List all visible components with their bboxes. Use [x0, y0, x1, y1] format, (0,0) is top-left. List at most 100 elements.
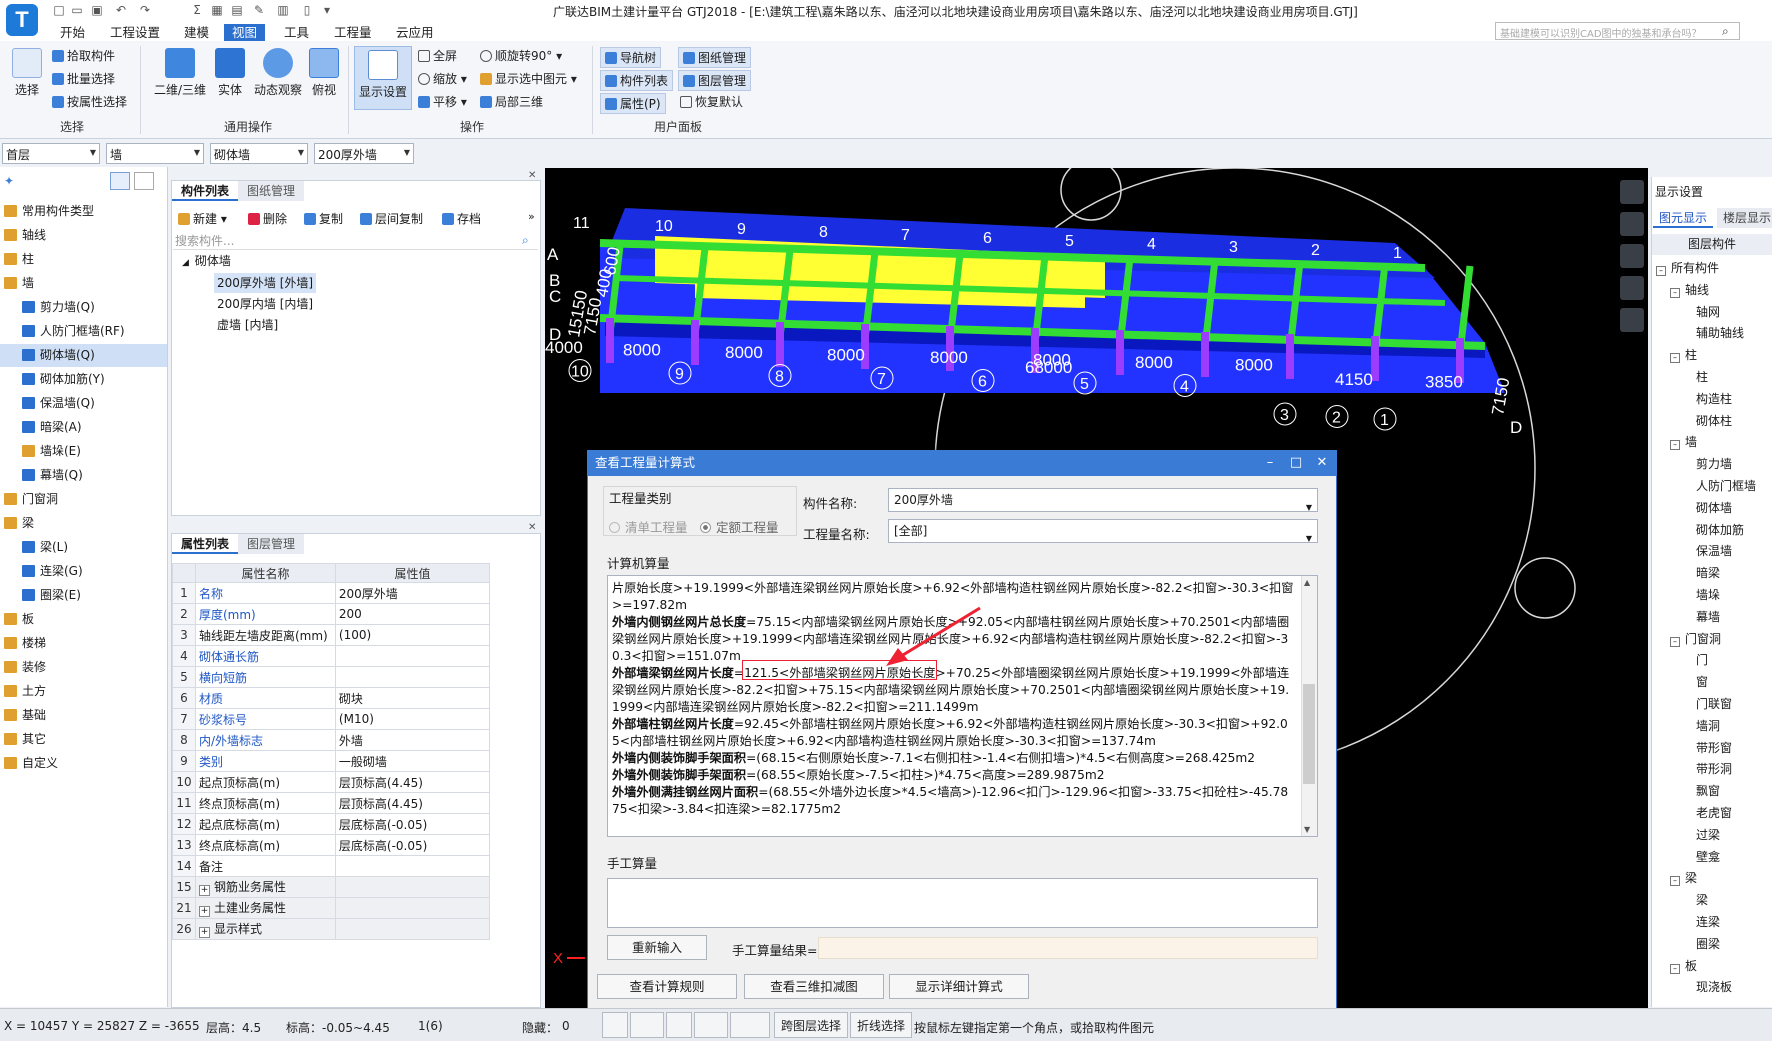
layer-item[interactable]: – 轴线: [1652, 280, 1772, 301]
property-row[interactable]: 6 材质 砌块: [172, 687, 491, 709]
property-row[interactable]: 12 起点底标高(m) 层底标高(-0.05): [172, 813, 491, 835]
layer-item[interactable]: 门联窗: [1652, 694, 1772, 715]
property-value[interactable]: 200厚外墙: [334, 582, 491, 604]
scrollbar-thumb[interactable]: [1303, 684, 1315, 784]
layer-item[interactable]: 构造柱: [1652, 389, 1772, 410]
nav-item[interactable]: 连梁(G): [0, 560, 167, 583]
nav-item[interactable]: 轴线: [0, 224, 167, 247]
ortho-icon[interactable]: [602, 1012, 628, 1038]
tree-node-masonry-wall[interactable]: ◢ 砌体墙: [182, 251, 231, 271]
nav-item[interactable]: 幕墙(Q): [0, 464, 167, 487]
property-value[interactable]: 层顶标高(4.45): [334, 771, 491, 793]
component-item-3[interactable]: 虚墙 [内墙]: [217, 315, 278, 335]
app-logo[interactable]: T: [6, 4, 38, 36]
nav-item[interactable]: 剪力墙(Q): [0, 296, 167, 319]
property-value[interactable]: 层底标高(-0.05): [334, 813, 491, 835]
local-3d-button[interactable]: 局部三维: [480, 94, 543, 110]
close-icon[interactable]: ✕: [528, 170, 536, 181]
close-icon[interactable]: ✕: [1309, 450, 1335, 476]
top-view-button[interactable]: 俯视: [308, 48, 340, 98]
cube-front-icon[interactable]: [1620, 212, 1644, 236]
radio-quota-quantity[interactable]: 定额工程量: [700, 517, 779, 536]
collapse-icon[interactable]: –: [1670, 353, 1680, 364]
layer-item[interactable]: 老虎窗: [1652, 803, 1772, 824]
zoom-button[interactable]: 缩放 ▾: [418, 71, 467, 87]
property-row[interactable]: 7 砂浆标号 (M10): [172, 708, 491, 730]
property-value[interactable]: 层顶标高(4.45): [334, 792, 491, 814]
refresh-icon[interactable]: [1620, 308, 1644, 332]
tab-cloud[interactable]: 云应用: [388, 24, 442, 41]
nav-item[interactable]: 基础: [0, 704, 167, 727]
nav-item[interactable]: 装修: [0, 656, 167, 679]
property-row[interactable]: 9 类别 一般砌墙: [172, 750, 491, 772]
nav-item[interactable]: 墙垛(E): [0, 440, 167, 463]
manual-result-field[interactable]: [818, 937, 1318, 959]
close-icon[interactable]: ✕: [528, 522, 536, 533]
sum-icon[interactable]: Σ: [190, 3, 204, 17]
dynamic-orbit-button[interactable]: 动态观察: [252, 48, 304, 98]
solid-button[interactable]: 实体: [214, 48, 246, 98]
nav-item[interactable]: 梁(L): [0, 536, 167, 559]
tab-component-list[interactable]: 构件列表: [172, 181, 239, 201]
pan-button[interactable]: 平移 ▾: [418, 94, 467, 110]
layer-item[interactable]: 连梁: [1652, 912, 1772, 933]
pick-component-button[interactable]: 拾取构件: [52, 48, 115, 64]
layer-item[interactable]: 柱: [1652, 367, 1772, 388]
snap-icon[interactable]: [630, 1012, 664, 1038]
offset-icon[interactable]: [730, 1012, 770, 1038]
expand-icon[interactable]: +: [198, 885, 210, 896]
polyline-select-button[interactable]: 折线选择: [850, 1012, 913, 1038]
nav-item[interactable]: 土方: [0, 680, 167, 703]
property-value[interactable]: (100): [334, 624, 491, 646]
category-select[interactable]: 墙 ▼: [106, 143, 204, 164]
manual-calc-textarea[interactable]: [607, 878, 1318, 928]
nav-item[interactable]: 楼梯: [0, 632, 167, 655]
property-row[interactable]: 21 + 土建业务属性: [172, 897, 491, 919]
tab-modeling[interactable]: 建模: [176, 24, 217, 41]
property-row[interactable]: 1 名称 200厚外墙: [172, 582, 491, 604]
tab-quantities[interactable]: 工程量: [326, 24, 380, 41]
property-value[interactable]: 砌块: [334, 687, 491, 709]
layer-item[interactable]: 辅助轴线: [1652, 323, 1772, 344]
quantity-name-combo[interactable]: [全部] ▼: [888, 519, 1318, 543]
tab-element-display[interactable]: 图元显示: [1653, 208, 1714, 228]
list-view-icon[interactable]: [110, 172, 130, 190]
property-row[interactable]: 14 备注: [172, 855, 491, 877]
layer-item[interactable]: 砌体墙: [1652, 498, 1772, 519]
help-search-input[interactable]: 基础建模可以识别CAD图中的独基和承台吗？: [1495, 22, 1740, 40]
tab-start[interactable]: 开始: [52, 24, 93, 41]
fullscreen-button[interactable]: 全屏: [418, 48, 457, 64]
search-icon[interactable]: ⌕: [1722, 24, 1729, 39]
chevron-down-icon[interactable]: ▾: [320, 3, 334, 17]
delete-component-button[interactable]: 删除: [248, 210, 287, 227]
minimize-icon[interactable]: –: [1257, 450, 1283, 476]
copy-component-button[interactable]: 复制: [304, 210, 343, 227]
nav-item[interactable]: 圈梁(E): [0, 584, 167, 607]
property-value[interactable]: [334, 645, 491, 667]
angle-icon[interactable]: [694, 1012, 728, 1038]
layer-item[interactable]: 圈梁: [1652, 934, 1772, 955]
property-value[interactable]: [334, 897, 491, 919]
property-value[interactable]: [334, 876, 491, 898]
nav-item[interactable]: 其它: [0, 728, 167, 751]
batch-select-button[interactable]: 批量选择: [52, 71, 115, 87]
layer-item[interactable]: 墙洞: [1652, 716, 1772, 737]
component-list-button[interactable]: 构件列表: [600, 70, 674, 91]
scroll-down-icon[interactable]: ▼: [1304, 825, 1310, 834]
tab-floor-display[interactable]: 楼层显示: [1717, 208, 1772, 228]
layer-item[interactable]: 幕墙: [1652, 607, 1772, 628]
collapse-icon[interactable]: –: [1670, 440, 1680, 451]
layer-item[interactable]: 墙垛: [1652, 585, 1772, 606]
layer-item[interactable]: 过梁: [1652, 825, 1772, 846]
nav-item[interactable]: 保温墙(Q): [0, 392, 167, 415]
property-row[interactable]: 26 + 显示样式: [172, 918, 491, 940]
tab-property-list[interactable]: 属性列表: [172, 534, 239, 554]
layer-item[interactable]: – 墙: [1652, 432, 1772, 453]
property-value[interactable]: [334, 855, 491, 877]
property-row[interactable]: 5 横向短筋: [172, 666, 491, 688]
nav-item[interactable]: 板: [0, 608, 167, 631]
property-row[interactable]: 8 内/外墙标志 外墙: [172, 729, 491, 751]
property-value[interactable]: 外墙: [334, 729, 491, 751]
property-row[interactable]: 2 厚度(mm) 200: [172, 603, 491, 625]
type-select[interactable]: 砌体墙 ▼: [210, 143, 308, 164]
